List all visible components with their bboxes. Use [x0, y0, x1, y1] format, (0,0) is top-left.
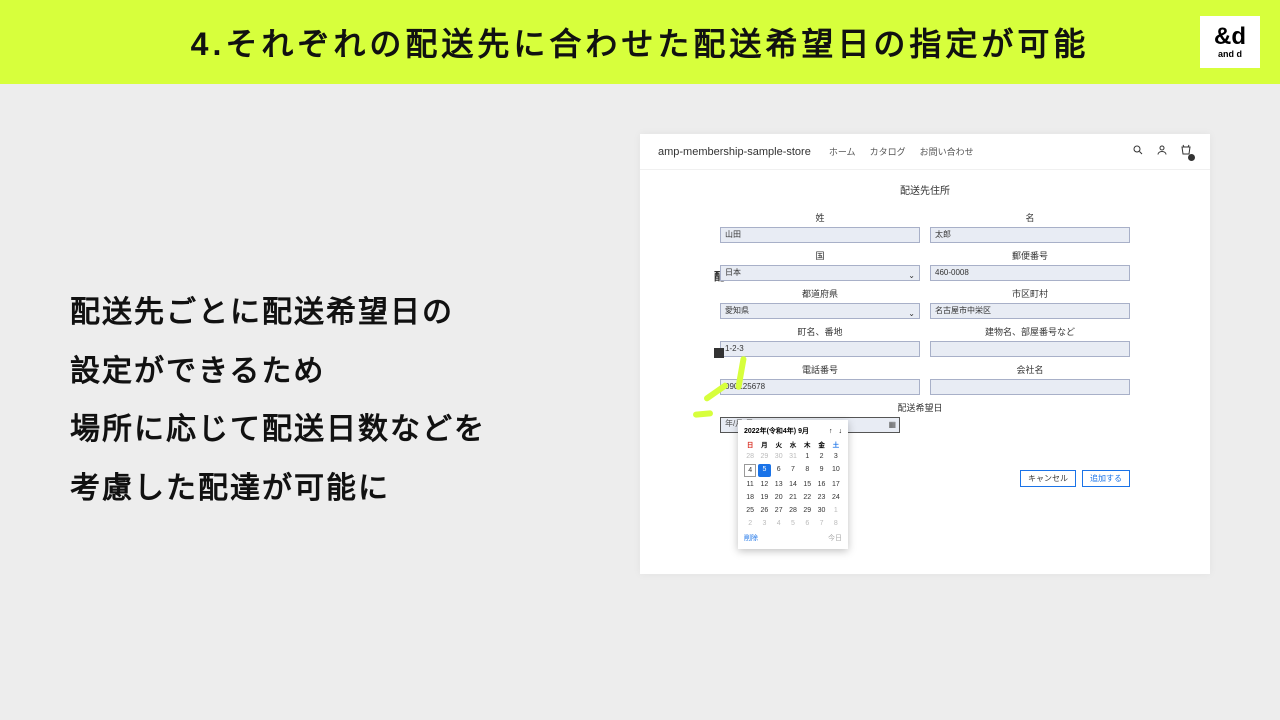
lastname-input[interactable]: 山田 — [720, 227, 920, 243]
store-nav: ホーム カタログ お問い合わせ — [829, 145, 974, 158]
store-header: amp-membership-sample-store ホーム カタログ お問い… — [640, 134, 1210, 170]
calendar-day[interactable]: 16 — [815, 479, 827, 490]
calendar-day[interactable]: 19 — [758, 492, 770, 503]
zip-input[interactable]: 460-0008 — [930, 265, 1130, 281]
city-input[interactable]: 名古屋市中栄区 — [930, 303, 1130, 319]
calendar-day-next[interactable]: 8 — [830, 518, 842, 529]
store-name[interactable]: amp-membership-sample-store — [658, 146, 811, 158]
calendar-day[interactable]: 20 — [773, 492, 785, 503]
date-label: 配送希望日 — [720, 401, 1120, 414]
calendar-day-next[interactable]: 7 — [815, 518, 827, 529]
screenshot-panel: amp-membership-sample-store ホーム カタログ お問い… — [640, 134, 1210, 574]
company-input[interactable] — [930, 379, 1130, 395]
pref-select[interactable]: 愛知県⌄ — [720, 303, 920, 319]
brand-logo: &d and d — [1200, 16, 1260, 68]
calendar-day[interactable]: 7 — [787, 464, 799, 477]
calendar-day[interactable]: 9 — [815, 464, 827, 477]
calendar-dow: 月 — [758, 439, 770, 449]
calendar-dow: 木 — [801, 439, 813, 449]
pref-label: 都道府県 — [720, 287, 920, 300]
datepicker-popup[interactable]: 2022年(令和4年) 9月 ↑ ↓ 日月火水木金土28293031123456… — [738, 420, 848, 549]
calendar-next-icon[interactable]: ↓ — [839, 428, 843, 435]
description-column: 配送先ごとに配送希望日の設定ができるため場所に応じて配送日数などを考慮した配達が… — [70, 134, 620, 574]
calendar-dow: 日 — [744, 439, 756, 449]
calendar-day[interactable]: 1 — [801, 451, 813, 462]
calendar-dow: 土 — [830, 439, 842, 449]
calendar-icon: ▦ — [888, 420, 896, 429]
search-icon[interactable] — [1132, 144, 1144, 159]
highlight-swoosh — [700, 356, 760, 416]
calendar-day-prev[interactable]: 31 — [787, 451, 799, 462]
calendar-day[interactable]: 15 — [801, 479, 813, 490]
nav-home[interactable]: ホーム — [829, 145, 856, 158]
calendar-day[interactable]: 29 — [801, 505, 813, 516]
calendar-day-prev[interactable]: 29 — [758, 451, 770, 462]
zip-label: 郵便番号 — [930, 249, 1130, 262]
calendar-day[interactable]: 12 — [758, 479, 770, 490]
company-label: 会社名 — [930, 363, 1130, 376]
calendar-day[interactable]: 10 — [830, 464, 842, 477]
calendar-dow: 金 — [815, 439, 827, 449]
calendar-day[interactable]: 18 — [744, 492, 756, 503]
calendar-title: 2022年(令和4年) 9月 — [744, 426, 809, 436]
calendar-day-prev[interactable]: 28 — [744, 451, 756, 462]
description-text: 配送先ごとに配送希望日の設定ができるため場所に応じて配送日数などを考慮した配達が… — [70, 284, 620, 518]
logo-sub: and d — [1218, 49, 1242, 59]
calendar-day-next[interactable]: 1 — [830, 505, 842, 516]
chevron-down-icon: ⌄ — [908, 307, 915, 321]
calendar-day-next[interactable]: 4 — [773, 518, 785, 529]
calendar-day-next[interactable]: 5 — [787, 518, 799, 529]
calendar-day[interactable]: 13 — [773, 479, 785, 490]
calendar-dow: 火 — [773, 439, 785, 449]
calendar-day[interactable]: 24 — [830, 492, 842, 503]
calendar-prev-icon[interactable]: ↑ — [829, 428, 833, 435]
calendar-day[interactable]: 28 — [787, 505, 799, 516]
cart-icon[interactable] — [1180, 144, 1192, 159]
calendar-day[interactable]: 5 — [758, 464, 770, 477]
nav-contact[interactable]: お問い合わせ — [920, 145, 974, 158]
lastname-label: 姓 — [720, 211, 920, 224]
calendar-day[interactable]: 8 — [801, 464, 813, 477]
calendar-day[interactable]: 11 — [744, 479, 756, 490]
street-label: 町名、番地 — [720, 325, 920, 338]
calendar-day[interactable]: 26 — [758, 505, 770, 516]
calendar-day-next[interactable]: 6 — [801, 518, 813, 529]
calendar-day[interactable]: 17 — [830, 479, 842, 490]
firstname-input[interactable]: 太郎 — [930, 227, 1130, 243]
country-select[interactable]: 日本⌄ — [720, 265, 920, 281]
calendar-day-next[interactable]: 2 — [744, 518, 756, 529]
calendar-dow: 水 — [787, 439, 799, 449]
city-label: 市区町村 — [930, 287, 1130, 300]
building-input[interactable] — [930, 341, 1130, 357]
calendar-day-prev[interactable]: 30 — [773, 451, 785, 462]
calendar-day[interactable]: 27 — [773, 505, 785, 516]
slide-title: 4.それぞれの配送先に合わせた配送希望日の指定が可能 — [191, 19, 1090, 65]
form-section-title: 配送先住所 — [720, 182, 1130, 197]
add-button[interactable]: 追加する — [1082, 470, 1130, 487]
calendar-day[interactable]: 2 — [815, 451, 827, 462]
firstname-label: 名 — [930, 211, 1130, 224]
building-label: 建物名、部屋番号など — [930, 325, 1130, 338]
calendar-day[interactable]: 25 — [744, 505, 756, 516]
calendar-day[interactable]: 3 — [830, 451, 842, 462]
chevron-down-icon: ⌄ — [908, 269, 915, 283]
calendar-delete[interactable]: 削除 — [744, 533, 758, 543]
calendar-day[interactable]: 14 — [787, 479, 799, 490]
calendar-day[interactable]: 6 — [773, 464, 785, 477]
cancel-button[interactable]: キャンセル — [1020, 470, 1076, 487]
calendar-day[interactable]: 23 — [815, 492, 827, 503]
user-icon[interactable] — [1156, 144, 1168, 159]
calendar-day[interactable]: 21 — [787, 492, 799, 503]
cart-badge — [1188, 154, 1195, 161]
calendar-today-link[interactable]: 今日 — [828, 533, 842, 543]
calendar-day[interactable]: 4 — [744, 464, 756, 477]
calendar-day[interactable]: 30 — [815, 505, 827, 516]
slide-header: 4.それぞれの配送先に合わせた配送希望日の指定が可能 &d and d — [0, 0, 1280, 84]
logo-mark: &d — [1214, 25, 1246, 49]
nav-catalog[interactable]: カタログ — [870, 145, 906, 158]
calendar-day-next[interactable]: 3 — [758, 518, 770, 529]
country-label: 国 — [720, 249, 920, 262]
calendar-day[interactable]: 22 — [801, 492, 813, 503]
street-input[interactable]: 1-2-3 — [720, 341, 920, 357]
